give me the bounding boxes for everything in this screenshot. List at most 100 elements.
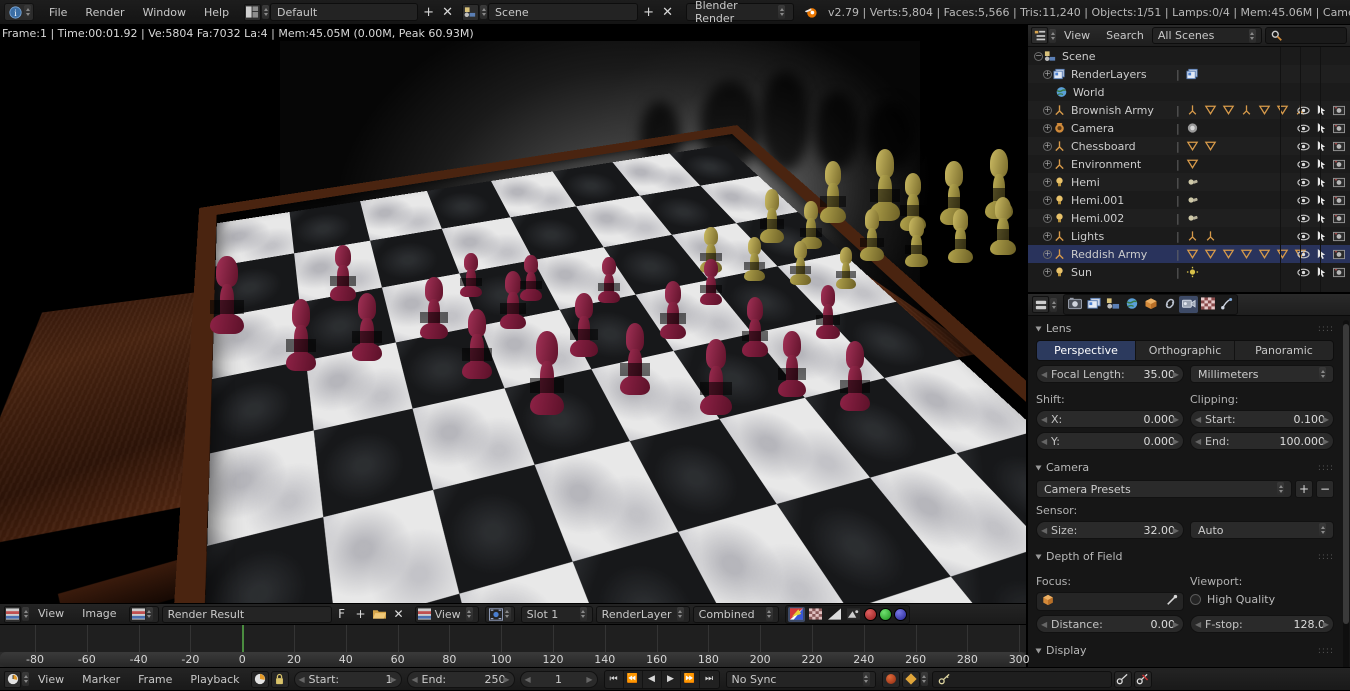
restrict-render-toggle[interactable] xyxy=(1330,209,1348,227)
outliner-expander[interactable]: + xyxy=(1043,195,1052,205)
current-frame-field[interactable]: ◀ 1 ▶ xyxy=(519,670,598,688)
clip-end-field[interactable]: ◀ End: 100.000 ▶ xyxy=(1190,432,1334,450)
restrict-view-toggle[interactable] xyxy=(1294,137,1312,155)
decrement-arrow-icon[interactable]: ◀ xyxy=(1041,370,1047,379)
timeline-type-spinner[interactable] xyxy=(22,672,29,686)
outliner-item-camera[interactable]: + Camera | xyxy=(1028,119,1350,137)
decrement-arrow-icon[interactable]: ◀ xyxy=(525,675,531,684)
increment-arrow-icon[interactable]: ▶ xyxy=(1323,620,1329,629)
play-button[interactable]: ▶ xyxy=(662,670,681,688)
add-screen-layout-button[interactable]: + xyxy=(420,3,437,21)
screen-layout-spinner[interactable] xyxy=(262,5,270,19)
outliner-datablock-empty[interactable] xyxy=(1203,229,1218,243)
panel-header-display[interactable]: Display :::: xyxy=(1035,642,1334,659)
use-preview-range-button[interactable] xyxy=(250,670,269,688)
dof-distance-field[interactable]: ◀ Distance: 0.00 ▶ xyxy=(1036,615,1184,633)
previous-keyframe-button[interactable]: ⏪ xyxy=(624,670,643,688)
restrict-view-toggle[interactable] xyxy=(1294,209,1312,227)
render-pass-spinner[interactable] xyxy=(765,607,773,621)
screen-layout-icon[interactable] xyxy=(244,3,262,21)
menu-help[interactable]: Help xyxy=(195,0,238,25)
decrement-arrow-icon[interactable]: ◀ xyxy=(1041,437,1047,446)
increment-arrow-icon[interactable]: ▶ xyxy=(1173,526,1179,535)
image-editor-type-icon[interactable] xyxy=(4,605,21,623)
restrict-render-toggle[interactable] xyxy=(1330,101,1348,119)
increment-arrow-icon[interactable]: ▶ xyxy=(1173,370,1179,379)
lens-type-perspective[interactable]: Perspective xyxy=(1037,341,1136,360)
end-frame-field[interactable]: ◀ End: 250 ▶ xyxy=(406,670,515,688)
properties-editor-type-icon[interactable] xyxy=(1032,296,1049,313)
decrement-arrow-icon[interactable]: ◀ xyxy=(412,675,418,684)
restrict-select-toggle[interactable] xyxy=(1312,101,1330,119)
restrict-render-toggle[interactable] xyxy=(1330,263,1348,281)
timeline-menu-marker[interactable]: Marker xyxy=(73,668,129,691)
menu-render[interactable]: Render xyxy=(76,0,133,25)
restrict-render-toggle[interactable] xyxy=(1330,245,1348,263)
outliner-item-reddish-army[interactable]: + Reddish Army | xyxy=(1028,245,1350,263)
timeline-ruler-area[interactable]: -80 -60 -40 -20 0 20 40 60 80 100 120 140 160 180 200 2… xyxy=(0,625,1030,667)
properties-type-spinner[interactable] xyxy=(1050,297,1057,312)
sensor-size-field[interactable]: ◀ Size: 32.00 ▶ xyxy=(1036,521,1184,539)
restrict-select-toggle[interactable] xyxy=(1312,227,1330,245)
outliner-item-chessboard[interactable]: + Chessboard | xyxy=(1028,137,1350,155)
texture-tab[interactable] xyxy=(1198,296,1217,313)
open-image-button[interactable] xyxy=(371,606,389,623)
restrict-select-toggle[interactable] xyxy=(1312,155,1330,173)
add-camera-preset-button[interactable]: + xyxy=(1295,480,1313,498)
next-keyframe-button[interactable]: ⏩ xyxy=(681,670,700,688)
insert-keyframe-button[interactable] xyxy=(1113,670,1132,688)
outliner-display-mode[interactable]: All Scenes xyxy=(1151,27,1262,44)
outliner-item-brownish-army[interactable]: + Brownish Army | xyxy=(1028,101,1350,119)
timeline-menu-frame[interactable]: Frame xyxy=(129,668,181,691)
restrict-render-toggle[interactable] xyxy=(1330,119,1348,137)
increment-arrow-icon[interactable]: ▶ xyxy=(503,675,509,684)
outliner-display-mode-spinner[interactable] xyxy=(1248,28,1256,43)
outliner-datablock-empty[interactable] xyxy=(1185,229,1200,243)
restrict-select-toggle[interactable] xyxy=(1312,263,1330,281)
outliner-type-spinner[interactable] xyxy=(1049,28,1056,43)
sensor-fit-spinner[interactable] xyxy=(1319,523,1326,537)
render-pass-select[interactable]: Combined xyxy=(692,605,779,623)
restrict-render-toggle[interactable] xyxy=(1330,227,1348,245)
outliner-item-sun[interactable]: + Sun | xyxy=(1028,263,1350,281)
display-render-button[interactable] xyxy=(845,607,862,622)
increment-arrow-icon[interactable]: ▶ xyxy=(1323,415,1329,424)
sensor-fit-select[interactable]: Auto xyxy=(1190,521,1334,539)
outliner-datablock-mesh[interactable] xyxy=(1203,139,1218,153)
world-tab[interactable] xyxy=(1122,296,1141,313)
keying-set-field[interactable] xyxy=(931,670,1112,688)
restrict-view-toggle[interactable] xyxy=(1294,119,1312,137)
outliner-datablock-mesh[interactable] xyxy=(1257,247,1272,261)
delete-screen-layout-button[interactable]: ✕ xyxy=(439,3,456,21)
outliner-expander[interactable]: + xyxy=(1043,159,1052,169)
lens-type-orthographic[interactable]: Orthographic xyxy=(1136,341,1235,360)
menu-window[interactable]: Window xyxy=(134,0,195,25)
display-blue-channel-button[interactable] xyxy=(893,607,907,621)
decrement-arrow-icon[interactable]: ◀ xyxy=(1195,437,1201,446)
focal-length-field[interactable]: ◀ Focal Length: 35.00 ▶ xyxy=(1036,365,1184,383)
image-editor-canvas[interactable]: Frame:1 | Time:00:01.92 | Ve:5804 Fa:703… xyxy=(0,25,1026,603)
outliner-datablock-mesh[interactable] xyxy=(1275,103,1290,117)
scene-browse-spinner[interactable] xyxy=(480,5,488,19)
object-data-tab[interactable] xyxy=(1179,296,1198,313)
decrement-arrow-icon[interactable]: ◀ xyxy=(1195,415,1201,424)
jump-to-end-button[interactable]: ⏭ xyxy=(700,671,719,688)
outliner-expander[interactable]: + xyxy=(1043,213,1052,223)
new-image-button[interactable]: + xyxy=(352,606,370,623)
lock-time-button[interactable] xyxy=(270,670,289,688)
outliner-item-lights[interactable]: + Lights | xyxy=(1028,227,1350,245)
outliner-expander[interactable]: + xyxy=(1043,231,1052,241)
outliner-datablock-lamp-data[interactable] xyxy=(1185,211,1200,225)
outliner-item-hemi-001[interactable]: + Hemi.001 | xyxy=(1028,191,1350,209)
properties-scrollbar-thumb[interactable] xyxy=(1343,324,1349,624)
outliner-datablock-mesh[interactable] xyxy=(1185,157,1200,171)
render-display-spinner[interactable] xyxy=(503,607,511,621)
camera-presets-spinner[interactable] xyxy=(1277,482,1284,496)
fstop-field[interactable]: ◀ F-stop: 128.0 ▶ xyxy=(1190,615,1334,633)
outliner-expander[interactable]: + xyxy=(1043,177,1052,187)
decrement-arrow-icon[interactable]: ◀ xyxy=(1041,526,1047,535)
outliner-expander[interactable]: + xyxy=(1043,267,1052,277)
outliner-editor-type-icon[interactable] xyxy=(1031,27,1048,44)
render-display-mode[interactable] xyxy=(484,605,515,623)
timeline-editor-type-icon[interactable] xyxy=(4,670,21,688)
